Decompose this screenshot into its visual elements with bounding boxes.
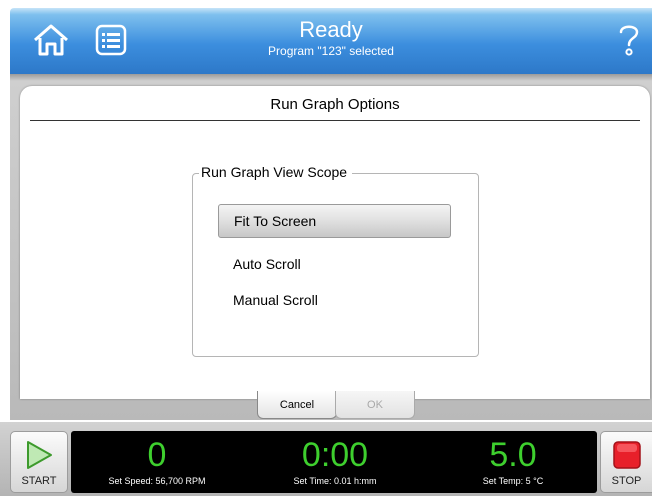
page-title: Run Graph Options [270,96,400,113]
help-button[interactable] [614,22,644,62]
cancel-button[interactable]: Cancel [257,391,337,419]
option-manual-scroll[interactable]: Manual Scroll [218,283,451,317]
header-bar: Ready Program "123" selected [10,8,652,74]
status-title: Ready [299,17,363,42]
title-divider [30,120,640,121]
readout-panel: 0 Set Speed: 56,700 RPM 0:00 Set Time: 0… [71,431,597,493]
time-value: 0:00 [301,436,369,474]
status-subtitle: Program "123" selected [268,44,394,58]
stop-icon [601,440,652,470]
temp-readout: 5.0 Set Temp: 5 °C [427,431,599,493]
start-label: START [21,475,57,487]
stop-button[interactable]: STOP [600,431,652,493]
speed-readout: 0 Set Speed: 56,700 RPM [71,431,243,493]
time-setpoint: Set Time: 0.01 h:mm [293,476,377,486]
option-label: Fit To Screen [234,213,317,229]
option-auto-scroll[interactable]: Auto Scroll [218,247,451,281]
time-readout: 0:00 Set Time: 0.01 h:mm [249,431,421,493]
ok-button[interactable]: OK [335,391,415,419]
stop-label: STOP [611,475,642,487]
play-icon [11,440,67,470]
run-status-bar: START 0 Set Speed: 56,700 RPM 0:00 Set T… [0,422,652,496]
option-label: Manual Scroll [233,292,318,308]
option-fit-to-screen[interactable]: Fit To Screen [218,204,451,238]
temp-value: 5.0 [489,436,537,474]
option-label: Auto Scroll [233,256,301,272]
view-scope-legend: Run Graph View Scope [199,164,353,180]
speed-setpoint: Set Speed: 56,700 RPM [108,476,206,486]
options-dialog: Run Graph Options Run Graph View Scope F… [20,86,650,399]
temp-setpoint: Set Temp: 5 °C [482,476,544,486]
start-button[interactable]: START [10,431,68,493]
view-scope-group: Run Graph View Scope Fit To Screen Auto … [192,164,479,357]
speed-value: 0 [147,436,167,474]
question-icon [618,22,640,63]
main-panel: Run Graph Options Run Graph View Scope F… [10,74,652,420]
